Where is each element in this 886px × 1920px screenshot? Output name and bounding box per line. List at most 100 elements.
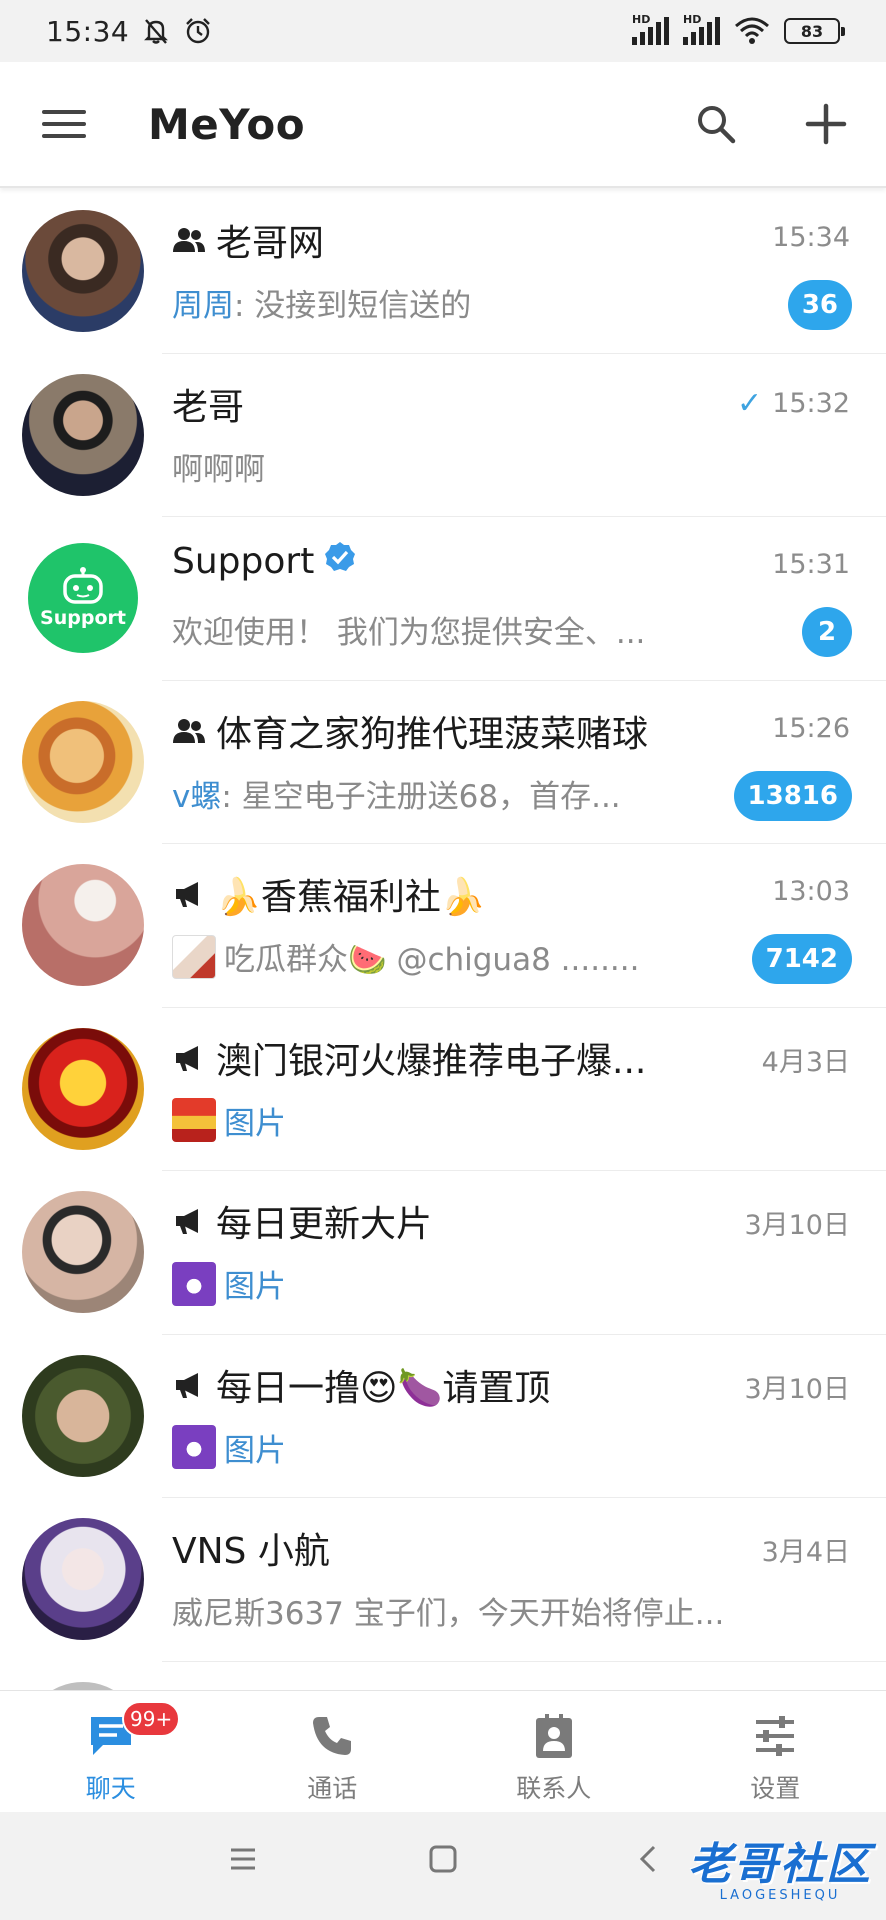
chat-name: 每日更新大片 xyxy=(216,1204,433,1245)
nav-label: 联系人 xyxy=(516,1774,592,1803)
chat-name: 老哥网 xyxy=(216,223,325,264)
watermark-text: 老哥社区 xyxy=(688,1839,872,1890)
chat-message: : 没接到短信送的 xyxy=(234,288,472,324)
chat-message: 威尼斯3637 宝子们，今天开始将停止... xyxy=(172,1596,725,1632)
menu-icon[interactable] xyxy=(40,104,88,144)
status-bar: 15:34 HD HD 83 xyxy=(0,0,886,62)
chat-time: 15:34 xyxy=(772,222,850,253)
battery-level: 83 xyxy=(800,21,824,41)
signal-hd-label: HD xyxy=(632,13,651,26)
avatar xyxy=(22,1354,144,1477)
wifi-icon xyxy=(734,16,770,46)
avatar xyxy=(22,864,144,986)
unread-badge: 36 xyxy=(787,280,852,330)
chat-media-label: 图片 xyxy=(224,1432,286,1469)
chat-message: 吃瓜群众🍉 @chigua8 ........ xyxy=(224,942,640,978)
message-thumbnail xyxy=(172,1098,216,1142)
watermark-logo: 老哥社区 LAOGESHEQU xyxy=(688,1828,872,1903)
chat-time: 15:26 xyxy=(772,712,850,744)
add-icon[interactable] xyxy=(798,96,854,152)
chat-row[interactable]: 每日更新大片 3月10日 图片 xyxy=(0,1171,886,1335)
robot-icon xyxy=(63,567,103,604)
verified-icon xyxy=(324,541,356,582)
chat-name: 老哥 xyxy=(172,386,245,428)
chat-media-label: 图片 xyxy=(224,1105,286,1142)
chat-time: 3月10日 xyxy=(744,1210,850,1241)
unread-badge: 7142 xyxy=(751,934,852,984)
group-icon xyxy=(172,716,206,746)
signal-hd-label: HD xyxy=(683,13,702,26)
chat-row[interactable]: 每日一撸😍🍆请置顶 3月10日 图片 xyxy=(0,1335,886,1498)
chat-name: VNS 小航 xyxy=(172,1531,330,1572)
signal-icon: HD xyxy=(632,13,669,45)
bottom-nav: 99+ 聊天 通话 联系人 设置 xyxy=(0,1690,886,1812)
avatar xyxy=(22,1027,144,1150)
phone-icon xyxy=(309,1713,355,1763)
group-icon xyxy=(172,225,206,255)
chat-message: 啊啊啊 xyxy=(172,451,265,488)
chat-row[interactable]: Support Support 15:31 欢迎使用！ 我们为您提供安全、...… xyxy=(0,517,886,681)
nav-label: 设置 xyxy=(750,1774,801,1803)
nav-settings[interactable]: 设置 xyxy=(665,1691,886,1812)
chat-name: 🍌香蕉福利社🍌 xyxy=(216,877,486,918)
settings-icon xyxy=(752,1713,798,1763)
avatar xyxy=(22,210,144,332)
mute-icon xyxy=(141,16,171,46)
back-icon[interactable] xyxy=(636,1844,660,1878)
chat-media-label: 图片 xyxy=(224,1269,286,1305)
avatar xyxy=(22,1681,144,1690)
search-icon[interactable] xyxy=(688,96,744,152)
chat-message: : 星空电子注册送68，首存... xyxy=(221,778,621,815)
chat-row[interactable] xyxy=(0,1662,886,1690)
signal-icon: HD xyxy=(683,13,720,45)
battery-icon: 83 xyxy=(784,18,845,44)
nav-label: 聊天 xyxy=(85,1774,136,1803)
chat-list[interactable]: 老哥网 15:34 周周: 没接到短信送的 36 老哥 ✓ 15:32 啊啊啊 … xyxy=(0,190,886,1690)
chat-row[interactable]: 🍌香蕉福利社🍌 13:03 吃瓜群众🍉 @chigua8 ........ 71… xyxy=(0,844,886,1008)
app-bar: MeYoo xyxy=(0,62,886,188)
chat-row[interactable]: 体育之家狗推代理菠菜赌球 15:26 v螺: 星空电子注册送68，首存... 1… xyxy=(0,681,886,844)
recents-icon[interactable] xyxy=(228,1844,258,1878)
alarm-icon xyxy=(183,16,213,46)
system-nav-bar: 老哥社区 LAOGESHEQU xyxy=(0,1812,886,1920)
message-thumbnail xyxy=(172,1425,216,1469)
message-thumbnail xyxy=(172,1261,216,1306)
avatar xyxy=(22,700,144,823)
avatar: Support xyxy=(22,537,144,659)
chat-name: 每日一撸😍🍆请置顶 xyxy=(216,1367,551,1409)
avatar xyxy=(22,373,144,496)
nav-contacts[interactable]: 联系人 xyxy=(443,1691,665,1812)
read-check-icon: ✓ xyxy=(737,385,763,421)
chat-name: Support xyxy=(172,541,315,582)
support-avatar: Support xyxy=(28,543,138,653)
chat-name: 体育之家狗推代理菠菜赌球 xyxy=(216,713,649,755)
nav-calls[interactable]: 通话 xyxy=(222,1691,444,1812)
chat-row[interactable]: 老哥网 15:34 周周: 没接到短信送的 36 xyxy=(0,190,886,354)
chat-name: 澳门银河火爆推荐电子爆... xyxy=(216,1040,647,1082)
home-icon[interactable] xyxy=(428,1844,458,1878)
channel-icon xyxy=(172,1206,206,1236)
chat-time: 15:31 xyxy=(772,549,850,580)
chat-row[interactable]: 老哥 ✓ 15:32 啊啊啊 xyxy=(0,354,886,517)
avatar xyxy=(22,1191,144,1313)
unread-badge: 2 xyxy=(802,607,852,657)
chat-time: 15:32 xyxy=(772,387,850,419)
chat-row[interactable]: VNS 小航 3月4日 威尼斯3637 宝子们，今天开始将停止... xyxy=(0,1498,886,1662)
chat-sender: 周周 xyxy=(172,288,234,324)
avatar xyxy=(22,1518,144,1640)
message-thumbnail xyxy=(172,934,216,979)
nav-chats[interactable]: 99+ 聊天 xyxy=(0,1691,222,1812)
chat-message: 欢迎使用！ 我们为您提供安全、... xyxy=(172,615,646,651)
watermark-subtext: LAOGESHEQU xyxy=(719,1888,841,1903)
chat-row[interactable]: 澳门银河火爆推荐电子爆... 4月3日 图片 xyxy=(0,1008,886,1171)
channel-icon xyxy=(172,1370,206,1400)
chat-time: 3月4日 xyxy=(761,1537,850,1568)
app-title: MeYoo xyxy=(148,99,306,149)
chat-time: 4月3日 xyxy=(761,1046,850,1078)
nav-label: 通话 xyxy=(307,1774,358,1803)
unread-badge: 13816 xyxy=(733,770,852,821)
chat-time: 3月10日 xyxy=(744,1373,850,1405)
support-avatar-label: Support xyxy=(40,607,126,629)
status-time: 15:34 xyxy=(46,14,130,48)
chat-time: 13:03 xyxy=(772,876,850,907)
